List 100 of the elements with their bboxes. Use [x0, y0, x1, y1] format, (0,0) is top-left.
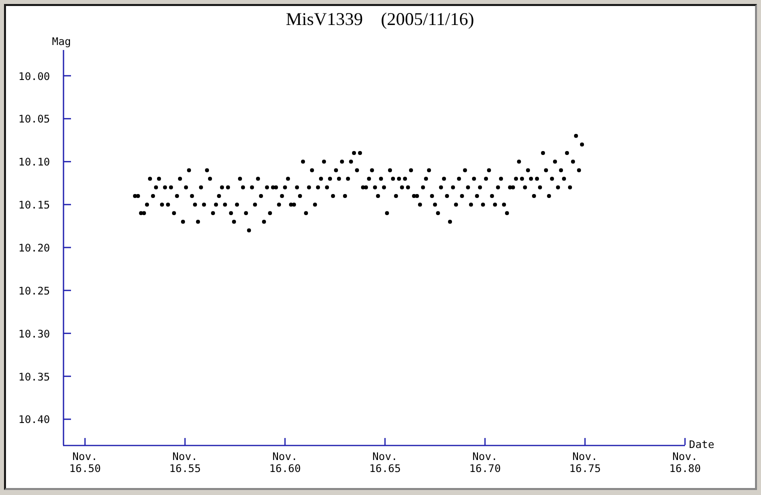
data-point [463, 168, 467, 172]
tick-label: 10.05 [18, 114, 50, 126]
data-point [154, 185, 158, 190]
tick-label: 10.10 [18, 156, 50, 169]
data-point [349, 160, 353, 164]
data-point [484, 176, 488, 181]
data-point [376, 194, 380, 198]
chart-title: MisV1339 (2005/11/16) [286, 9, 474, 29]
data-point [559, 168, 563, 172]
data-point [448, 220, 452, 224]
data-point [145, 202, 149, 207]
data-point [520, 176, 524, 181]
data-point [148, 176, 152, 181]
axis-label: Date [689, 439, 714, 451]
data-point [214, 202, 218, 207]
data-point [160, 202, 164, 207]
data-point [523, 185, 527, 190]
data-point [517, 160, 521, 164]
tick-label: 16.55 [169, 463, 201, 475]
tick-label: 16.50 [69, 463, 101, 475]
data-point [550, 176, 554, 181]
data-point [562, 176, 566, 181]
data-point [190, 194, 194, 198]
data-point [409, 168, 413, 172]
data-point [490, 194, 494, 198]
data-point [196, 220, 200, 224]
data-point [469, 202, 473, 207]
data-point [181, 220, 185, 224]
data-point [172, 211, 176, 216]
tick-label: 10.20 [18, 242, 50, 254]
data-point [406, 185, 410, 190]
data-point [535, 176, 539, 181]
data-point [184, 185, 188, 190]
data-point [211, 211, 215, 216]
data-point [496, 185, 500, 190]
tick-label: 10.30 [18, 328, 50, 340]
data-point [247, 228, 251, 232]
data-point [502, 202, 506, 207]
data-point [394, 194, 398, 198]
data-point [382, 185, 386, 190]
data-point [220, 185, 224, 190]
data-point [325, 185, 329, 190]
data-point [238, 176, 242, 181]
data-point [205, 168, 209, 172]
tick-label: 10.00 [18, 70, 50, 83]
data-point [322, 160, 326, 164]
data-point [451, 185, 455, 190]
data-point [256, 176, 260, 181]
data-point [151, 194, 155, 198]
data-point [499, 176, 503, 181]
tick-label: Nov. [572, 451, 598, 463]
data-point [268, 211, 272, 216]
data-point [166, 202, 170, 207]
data-point [454, 202, 458, 207]
data-point [391, 176, 395, 181]
data-point [442, 176, 446, 181]
data-point [250, 185, 254, 190]
data-point [472, 176, 476, 181]
data-point [400, 185, 404, 190]
data-point [241, 185, 245, 190]
data-point [427, 168, 431, 172]
data-point [538, 185, 542, 190]
data-point [352, 151, 356, 156]
data-point [526, 168, 530, 172]
data-point [481, 202, 485, 207]
data-point [340, 160, 344, 164]
data-point [277, 202, 281, 207]
data-point [262, 220, 266, 224]
data-point [310, 168, 314, 172]
data-point [571, 160, 575, 164]
data-point [313, 202, 317, 207]
tick-label: 16.65 [369, 463, 401, 475]
data-point [235, 202, 239, 207]
data-point [157, 176, 161, 181]
data-point [403, 176, 407, 181]
axis-label: Mag [52, 36, 71, 48]
data-point [580, 142, 584, 146]
data-point [286, 176, 290, 181]
data-point [556, 185, 560, 190]
data-point [367, 176, 371, 181]
data-point [217, 194, 221, 198]
tick-label: Nov. [472, 451, 498, 463]
data-point [388, 168, 392, 172]
data-point [373, 185, 377, 190]
data-point [430, 194, 434, 198]
tick-label: Nov. [72, 451, 98, 463]
data-point [547, 194, 551, 198]
data-point [232, 220, 236, 224]
data-point [574, 134, 578, 138]
data-point [370, 168, 374, 172]
data-point [223, 202, 227, 207]
data-point [265, 185, 269, 190]
tick-label: Nov. [272, 451, 298, 463]
data-point [202, 202, 206, 207]
data-point [331, 194, 335, 198]
data-point [253, 202, 257, 207]
data-point [208, 176, 212, 181]
tick-label: 16.75 [569, 463, 601, 475]
data-point [244, 211, 248, 216]
data-point [346, 176, 350, 181]
